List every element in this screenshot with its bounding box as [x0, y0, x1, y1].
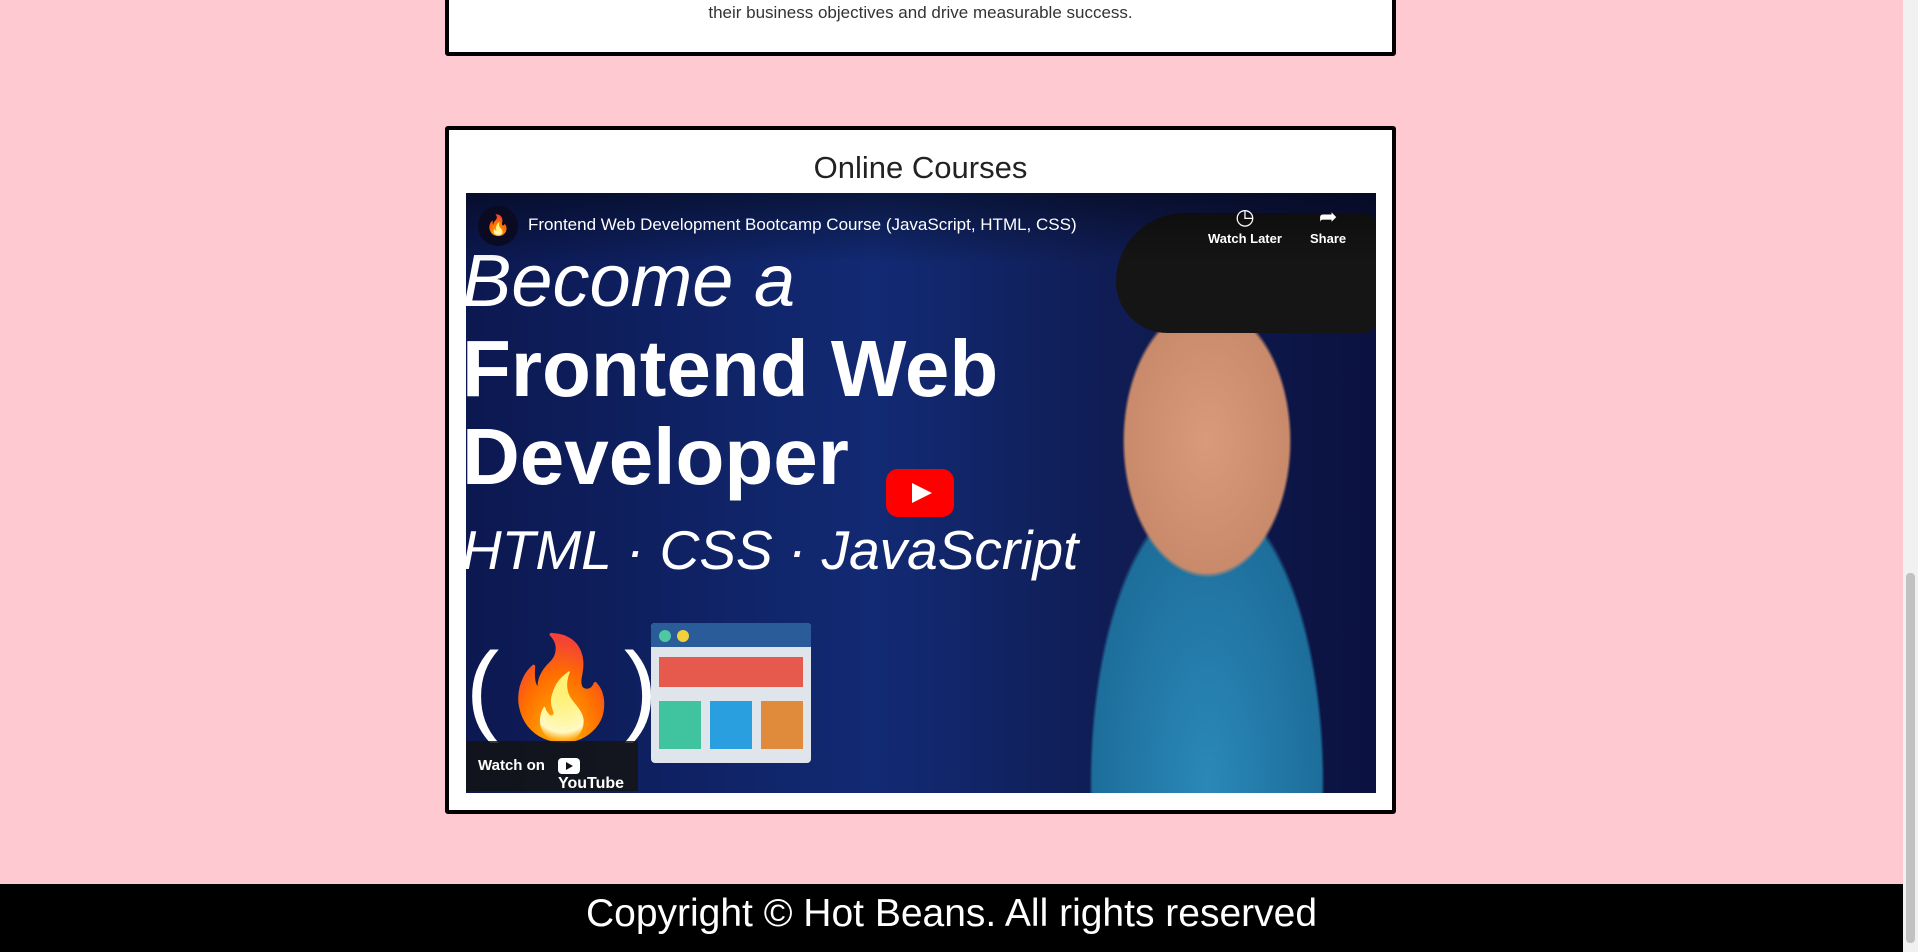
scrollbar-thumb[interactable]	[1906, 573, 1915, 943]
channel-logo-icon[interactable]: 🔥	[478, 206, 518, 246]
flame-icon: (🔥)	[466, 632, 658, 744]
clock-icon: ◷	[1235, 204, 1255, 229]
youtube-wordmark: YouTube	[558, 775, 625, 792]
site-footer: Copyright © Hot Beans. All rights reserv…	[0, 884, 1903, 952]
thumbnail-text-line3: Developer	[466, 412, 849, 501]
online-courses-heading: Online Courses	[813, 150, 1028, 185]
share-label: Share	[1310, 231, 1347, 246]
services-card-text: their business objectives and drive meas…	[708, 3, 1133, 22]
watch-later-label: Watch Later	[1208, 231, 1282, 246]
youtube-icon	[558, 757, 580, 774]
online-courses-card: Online Courses Become a Frontend Web Dev…	[445, 126, 1396, 814]
share-icon: ➦	[1318, 204, 1338, 229]
watch-on-label: Watch on	[478, 757, 545, 774]
browser-window-icon	[651, 623, 811, 763]
share-button[interactable]: ➦ Share	[1310, 203, 1346, 246]
watch-later-button[interactable]: ◷ Watch Later	[1208, 203, 1282, 246]
video-title-link[interactable]: Frontend Web Development Bootcamp Course…	[528, 215, 1077, 235]
youtube-logo: YouTube	[558, 757, 638, 793]
services-card: their business objectives and drive meas…	[445, 0, 1396, 56]
youtube-embed[interactable]: Become a Frontend Web Developer HTML · C…	[466, 193, 1376, 793]
page-scrollbar[interactable]	[1903, 0, 1918, 952]
thumbnail-text-line2: Frontend Web	[466, 324, 999, 413]
watch-on-youtube-button[interactable]: Watch on YouTube	[466, 741, 638, 793]
play-button[interactable]	[886, 469, 954, 517]
thumbnail-text-line4: HTML · CSS · JavaScript	[466, 519, 1079, 581]
copyright-text: Copyright © Hot Beans. All rights reserv…	[585, 892, 1318, 935]
